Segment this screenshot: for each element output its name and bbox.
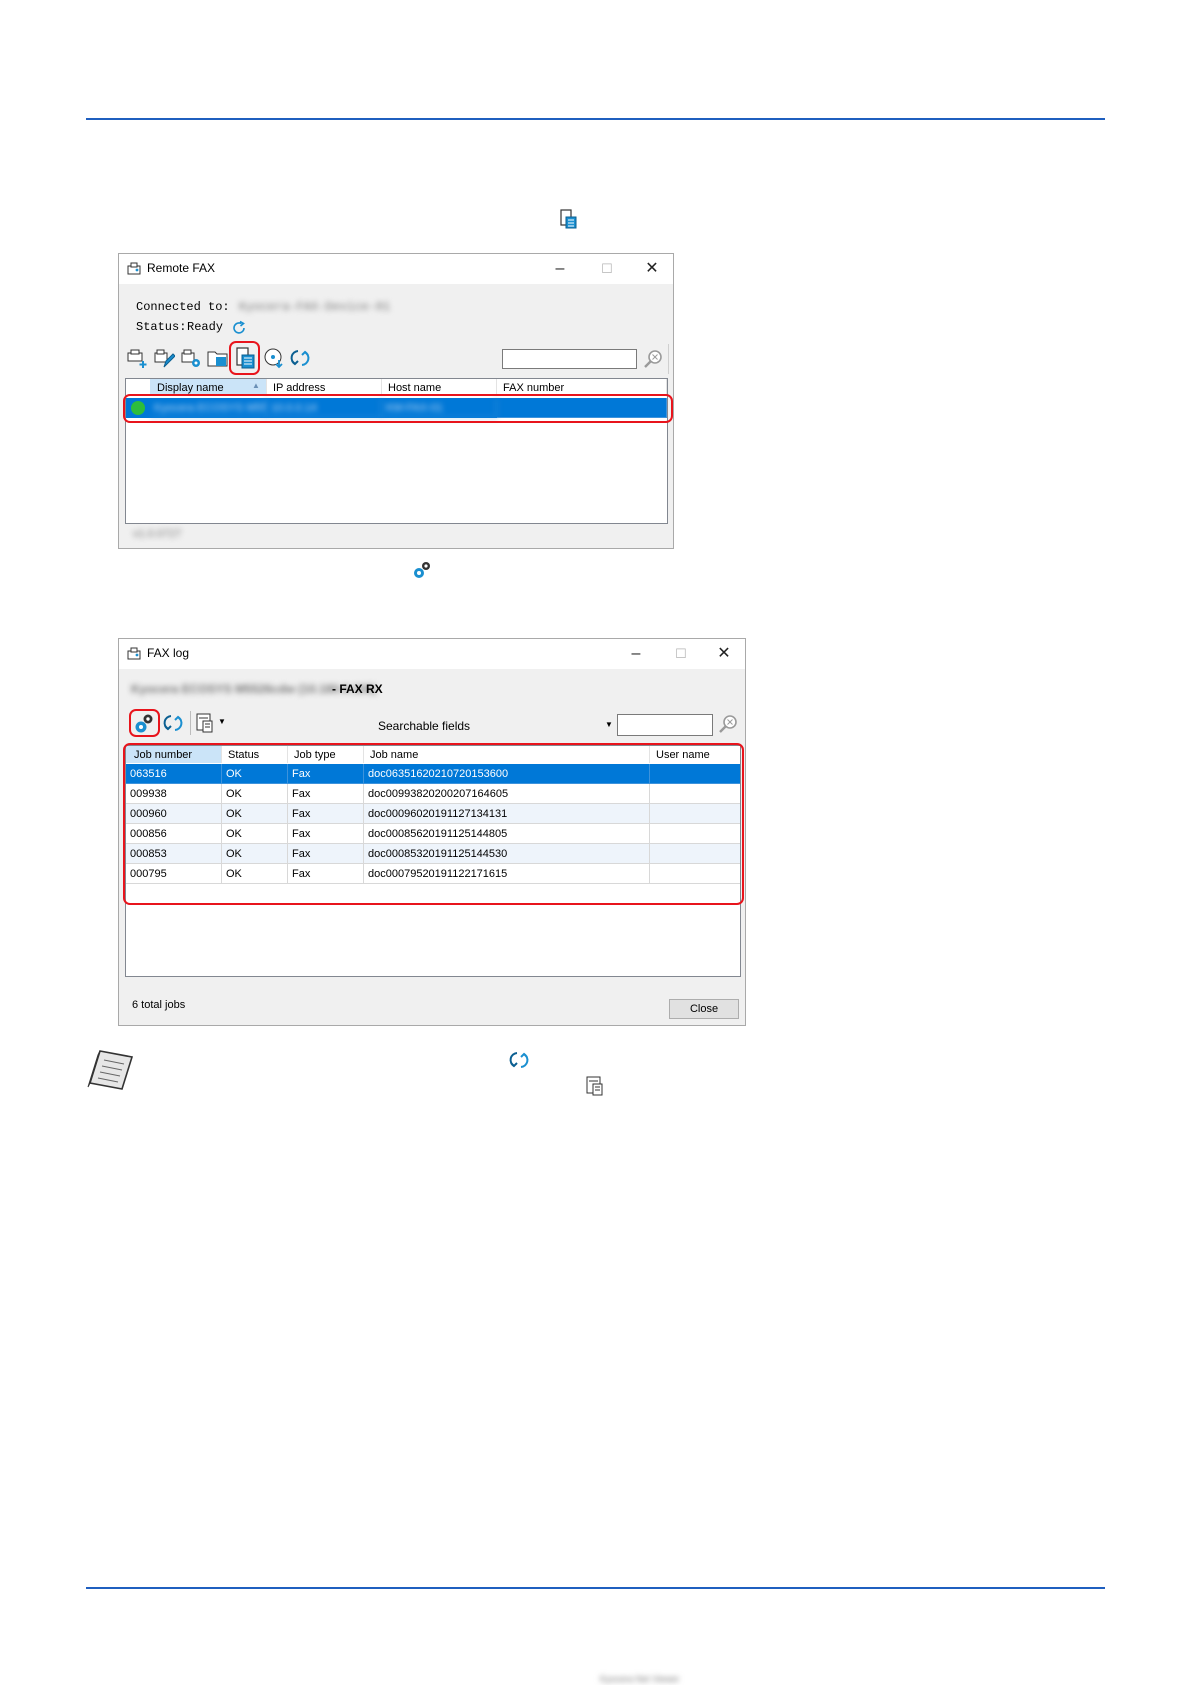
refresh-status-icon[interactable] <box>231 320 247 336</box>
fax-app-icon <box>127 262 141 275</box>
connected-value: Kyocera-FAX-Device-01 <box>239 300 391 314</box>
minimize-button[interactable]: – <box>545 258 575 280</box>
add-device-icon[interactable] <box>126 347 148 369</box>
gear-icon <box>414 562 430 578</box>
refresh-icon <box>509 1052 529 1068</box>
close-window-button[interactable]: ✕ <box>637 258 667 280</box>
device-settings-icon[interactable] <box>180 347 202 369</box>
log-type-label: - FAX RX <box>332 682 383 696</box>
settings-highlight <box>129 709 160 737</box>
header-rule <box>86 118 1105 120</box>
column-chooser-icon[interactable] <box>195 712 217 734</box>
device-row-highlight <box>123 394 673 423</box>
window-title: Remote FAX <box>147 261 216 275</box>
close-window-button[interactable]: ✕ <box>709 643 739 665</box>
search-icon[interactable] <box>642 348 664 370</box>
searchable-fields-arrow-icon[interactable]: ▼ <box>605 720 613 729</box>
minimize-button[interactable]: – <box>621 643 651 665</box>
refresh-icon[interactable] <box>162 712 184 734</box>
title-bar: Remote FAX – ☐ ✕ <box>119 254 673 284</box>
window-title: FAX log <box>147 646 190 660</box>
remote-fax-window: Remote FAX – ☐ ✕ Connected to: Kyocera-F… <box>118 253 674 549</box>
fax-log-window: FAX log – ☐ ✕ Kyocera ECOSYS M5526cdw (1… <box>118 638 746 1026</box>
status-value: Ready <box>187 320 224 334</box>
column-chooser-icon <box>586 1076 603 1096</box>
folder-device-icon[interactable] <box>207 347 229 369</box>
version-label: v1.0.0727 <box>133 528 182 540</box>
toolbar-separator <box>190 711 191 735</box>
note-icon <box>87 1050 134 1090</box>
title-bar: FAX log – ☐ ✕ <box>119 639 745 669</box>
status-label: Status: <box>136 320 187 334</box>
maximize-button[interactable]: ☐ <box>666 643 696 665</box>
fax-log-highlight <box>229 341 260 375</box>
job-list-highlight <box>123 743 744 905</box>
searchable-fields-dropdown[interactable]: Searchable fields <box>378 719 470 733</box>
fax-app-icon <box>127 647 141 660</box>
maximize-button[interactable]: ☐ <box>592 258 622 280</box>
close-button[interactable]: Close <box>669 999 739 1019</box>
refresh-icon[interactable] <box>289 347 311 369</box>
footer-text: Kyocera Net Viewer <box>600 1674 680 1684</box>
connected-label: Connected to: <box>136 300 230 314</box>
dropdown-arrow-icon[interactable]: ▼ <box>218 717 226 726</box>
search-input[interactable] <box>617 714 713 736</box>
search-input[interactable] <box>502 349 637 369</box>
total-jobs-label: 6 total jobs <box>132 999 186 1011</box>
footer-rule <box>86 1587 1105 1589</box>
receive-fax-icon[interactable] <box>263 347 285 369</box>
toolbar-separator <box>668 344 669 374</box>
fax-log-icon <box>560 209 577 229</box>
edit-device-icon[interactable] <box>153 347 175 369</box>
search-icon[interactable] <box>717 713 739 735</box>
sort-arrow-icon: ▲ <box>252 381 260 390</box>
